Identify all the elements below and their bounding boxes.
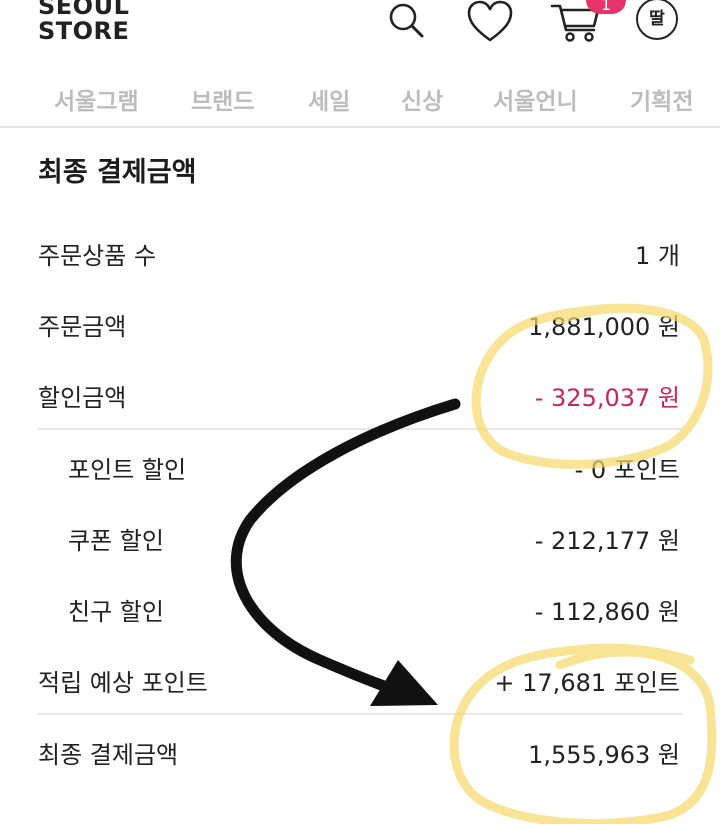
row-label: 쿠폰 할인 <box>68 527 164 555</box>
nav-item-new[interactable]: 신상 <box>401 82 443 116</box>
divider <box>38 428 682 430</box>
row-label: 주문상품 수 <box>38 242 157 270</box>
nav-item-sale[interactable]: 세일 <box>308 82 350 116</box>
row-label: 할인금액 <box>38 384 127 412</box>
row-value: - 0 포인트 <box>574 456 680 484</box>
divider <box>38 713 682 715</box>
nav-item-promotion[interactable]: 기획전 <box>630 82 693 116</box>
row-label: 친구 할인 <box>68 598 164 626</box>
row-value: 1 개 <box>635 242 680 270</box>
search-icon[interactable] <box>386 0 424 40</box>
nav-divider <box>0 126 720 128</box>
nav-item-brand[interactable]: 브랜드 <box>191 82 254 116</box>
row-label: 적립 예상 포인트 <box>38 669 208 697</box>
final-amount-value: 1,555,963 원 <box>528 741 680 769</box>
seoul-store-logo[interactable]: SEOUL STORE <box>38 0 148 44</box>
category-nav: 서울그램 브랜드 세일 신상 서울언니 기획전 <box>0 76 720 126</box>
order-count-row: 주문상품 수 1 개 <box>0 236 720 276</box>
nav-item-seoul-unni[interactable]: 서울언니 <box>493 82 578 116</box>
order-amount-row: 주문금액 1,881,000 원 <box>0 307 720 347</box>
discount-value: - 325,037 원 <box>534 384 680 412</box>
heart-icon[interactable] <box>466 0 514 44</box>
row-value: + 17,681 포인트 <box>494 669 680 697</box>
row-label: 주문금액 <box>38 313 127 341</box>
expected-points-row: 적립 예상 포인트 + 17,681 포인트 <box>0 663 720 703</box>
header: SEOUL STORE 1 딸 <box>0 0 720 70</box>
row-value: 1,881,000 원 <box>528 313 680 341</box>
point-discount-row: 포인트 할인 - 0 포인트 <box>0 450 720 490</box>
row-label: 최종 결제금액 <box>38 741 179 769</box>
section-title: 최종 결제금액 <box>38 157 197 188</box>
coupon-discount-row: 쿠폰 할인 - 212,177 원 <box>0 521 720 561</box>
row-label: 포인트 할인 <box>68 456 187 484</box>
row-value: - 212,177 원 <box>534 527 680 555</box>
friend-discount-row: 친구 할인 - 112,860 원 <box>0 592 720 632</box>
discount-amount-row: 할인금액 - 325,037 원 <box>0 378 720 418</box>
nav-item-seoulgram[interactable]: 서울그램 <box>54 82 139 116</box>
cart-count-badge: 1 <box>586 0 626 14</box>
row-value: - 112,860 원 <box>534 598 680 626</box>
avatar[interactable]: 딸 <box>636 0 678 40</box>
logo-line-2: STORE <box>38 17 130 45</box>
final-amount-row: 최종 결제금액 1,555,963 원 <box>0 735 720 775</box>
